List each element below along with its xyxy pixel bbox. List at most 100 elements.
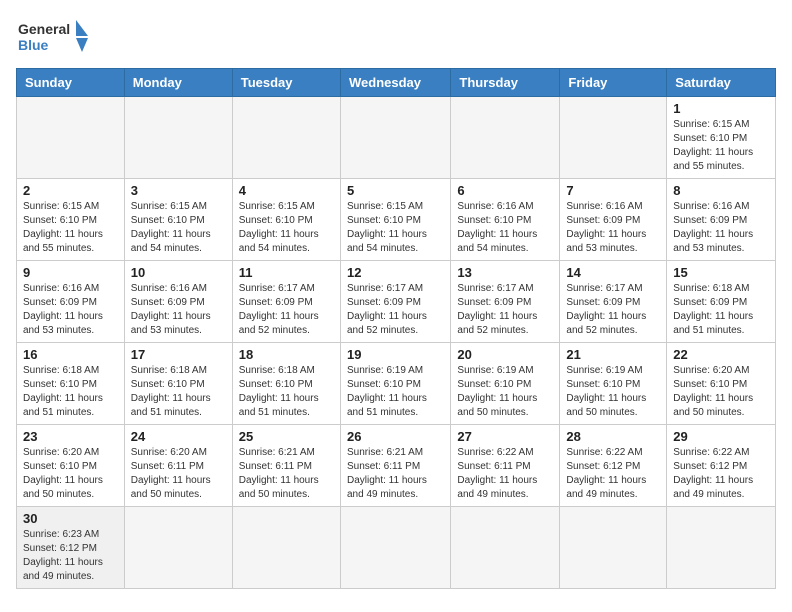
logo: GeneralBlue [16,16,96,56]
calendar-cell [560,507,667,589]
day-number: 25 [239,429,334,444]
day-number: 19 [347,347,444,362]
calendar-cell: 15Sunrise: 6:18 AM Sunset: 6:09 PM Dayli… [667,261,776,343]
day-info: Sunrise: 6:18 AM Sunset: 6:10 PM Dayligh… [23,364,118,420]
calendar-header-row: SundayMondayTuesdayWednesdayThursdayFrid… [17,69,776,97]
day-number: 17 [131,347,226,362]
calendar-cell: 12 Sunrise: 6:17 AM Sunset: 6:09 PM Dayli… [340,261,450,343]
day-number: 28 [566,429,660,444]
day-info: Sunrise: 6:17 AM Sunset: 6:09 PM Dayligh… [566,282,660,338]
col-header-friday: Friday [560,69,667,97]
day-info: Sunrise: 6:18 AM Sunset: 6:10 PM Dayligh… [131,364,226,420]
day-number: 24 [131,429,226,444]
calendar-cell [451,507,560,589]
calendar-cell: 24 Sunrise: 6:20 AM Sunset: 6:11 PM Dayli… [124,425,232,507]
calendar-cell [232,97,340,179]
logo-icon: GeneralBlue [16,16,96,56]
day-info: Sunrise: 6:19 AM Sunset: 6:10 PM Dayligh… [566,364,660,420]
calendar-cell: 3Sunrise: 6:15 AM Sunset: 6:10 PM Daylig… [124,179,232,261]
calendar-cell [232,507,340,589]
day-number: 10 [131,265,226,280]
calendar-cell [340,507,450,589]
calendar-cell: 22Sunrise: 6:20 AM Sunset: 6:10 PM Dayli… [667,343,776,425]
day-info: Sunrise: 6:21 AM Sunset: 6:11 PM Dayligh… [239,446,334,502]
calendar-week-row: 30 Sunrise: 6:23 AM Sunset: 6:12 PM Dayli… [17,507,776,589]
day-info: Sunrise: 6:21 AM Sunset: 6:11 PM Dayligh… [347,446,444,502]
calendar-cell: 26 Sunrise: 6:21 AM Sunset: 6:11 PM Dayli… [340,425,450,507]
day-number: 29 [673,429,769,444]
day-info: Sunrise: 6:15 AM Sunset: 6:10 PM Dayligh… [131,200,226,256]
day-info: Sunrise: 6:19 AM Sunset: 6:10 PM Dayligh… [457,364,553,420]
col-header-sunday: Sunday [17,69,125,97]
day-number: 23 [23,429,118,444]
calendar-cell: 6 Sunrise: 6:16 AM Sunset: 6:10 PM Daylig… [451,179,560,261]
svg-text:General: General [18,21,70,37]
calendar-cell: 8 Sunrise: 6:16 AM Sunset: 6:09 PM Daylig… [667,179,776,261]
calendar-cell [17,97,125,179]
day-info: Sunrise: 6:19 AM Sunset: 6:10 PM Dayligh… [347,364,444,420]
calendar-week-row: 2 Sunrise: 6:15 AM Sunset: 6:10 PM Daylig… [17,179,776,261]
day-number: 18 [239,347,334,362]
col-header-saturday: Saturday [667,69,776,97]
calendar-cell [560,97,667,179]
day-number: 4 [239,183,334,198]
col-header-tuesday: Tuesday [232,69,340,97]
calendar-cell: 5 Sunrise: 6:15 AM Sunset: 6:10 PM Daylig… [340,179,450,261]
day-number: 2 [23,183,118,198]
calendar-cell: 30 Sunrise: 6:23 AM Sunset: 6:12 PM Dayli… [17,507,125,589]
day-info: Sunrise: 6:15 AM Sunset: 6:10 PM Dayligh… [239,200,334,256]
calendar-cell: 21 Sunrise: 6:19 AM Sunset: 6:10 PM Dayli… [560,343,667,425]
day-info: Sunrise: 6:20 AM Sunset: 6:10 PM Dayligh… [23,446,118,502]
day-info: Sunrise: 6:15 AM Sunset: 6:10 PM Dayligh… [347,200,444,256]
day-info: Sunrise: 6:16 AM Sunset: 6:09 PM Dayligh… [566,200,660,256]
calendar-cell [667,507,776,589]
calendar-cell: 23 Sunrise: 6:20 AM Sunset: 6:10 PM Dayli… [17,425,125,507]
calendar-cell: 16 Sunrise: 6:18 AM Sunset: 6:10 PM Dayli… [17,343,125,425]
day-number: 11 [239,265,334,280]
day-info: Sunrise: 6:18 AM Sunset: 6:09 PM Dayligh… [673,282,769,338]
calendar-week-row: 16 Sunrise: 6:18 AM Sunset: 6:10 PM Dayli… [17,343,776,425]
calendar-cell: 10Sunrise: 6:16 AM Sunset: 6:09 PM Dayli… [124,261,232,343]
day-info: Sunrise: 6:23 AM Sunset: 6:12 PM Dayligh… [23,528,118,584]
col-header-thursday: Thursday [451,69,560,97]
calendar-cell [451,97,560,179]
day-number: 13 [457,265,553,280]
calendar-cell: 14 Sunrise: 6:17 AM Sunset: 6:09 PM Dayli… [560,261,667,343]
day-info: Sunrise: 6:16 AM Sunset: 6:09 PM Dayligh… [23,282,118,338]
day-number: 30 [23,511,118,526]
calendar-week-row: 1Sunrise: 6:15 AM Sunset: 6:10 PM Daylig… [17,97,776,179]
day-number: 26 [347,429,444,444]
calendar-cell: 28Sunrise: 6:22 AM Sunset: 6:12 PM Dayli… [560,425,667,507]
day-number: 20 [457,347,553,362]
day-number: 16 [23,347,118,362]
header: GeneralBlue [16,16,776,56]
day-number: 6 [457,183,553,198]
day-info: Sunrise: 6:16 AM Sunset: 6:10 PM Dayligh… [457,200,553,256]
day-number: 5 [347,183,444,198]
day-info: Sunrise: 6:22 AM Sunset: 6:12 PM Dayligh… [673,446,769,502]
calendar-cell: 27Sunrise: 6:22 AM Sunset: 6:11 PM Dayli… [451,425,560,507]
day-number: 12 [347,265,444,280]
col-header-wednesday: Wednesday [340,69,450,97]
day-number: 21 [566,347,660,362]
calendar-cell: 9 Sunrise: 6:16 AM Sunset: 6:09 PM Daylig… [17,261,125,343]
day-info: Sunrise: 6:18 AM Sunset: 6:10 PM Dayligh… [239,364,334,420]
day-info: Sunrise: 6:15 AM Sunset: 6:10 PM Dayligh… [23,200,118,256]
day-info: Sunrise: 6:17 AM Sunset: 6:09 PM Dayligh… [457,282,553,338]
day-number: 8 [673,183,769,198]
day-info: Sunrise: 6:20 AM Sunset: 6:11 PM Dayligh… [131,446,226,502]
day-info: Sunrise: 6:17 AM Sunset: 6:09 PM Dayligh… [347,282,444,338]
day-info: Sunrise: 6:16 AM Sunset: 6:09 PM Dayligh… [673,200,769,256]
day-info: Sunrise: 6:22 AM Sunset: 6:11 PM Dayligh… [457,446,553,502]
day-info: Sunrise: 6:20 AM Sunset: 6:10 PM Dayligh… [673,364,769,420]
day-number: 14 [566,265,660,280]
calendar-cell: 25 Sunrise: 6:21 AM Sunset: 6:11 PM Dayli… [232,425,340,507]
calendar-cell: 18 Sunrise: 6:18 AM Sunset: 6:10 PM Dayli… [232,343,340,425]
day-number: 9 [23,265,118,280]
day-info: Sunrise: 6:17 AM Sunset: 6:09 PM Dayligh… [239,282,334,338]
calendar-cell: 1Sunrise: 6:15 AM Sunset: 6:10 PM Daylig… [667,97,776,179]
svg-text:Blue: Blue [18,37,49,53]
calendar-cell: 17 Sunrise: 6:18 AM Sunset: 6:10 PM Dayli… [124,343,232,425]
calendar-cell: 11 Sunrise: 6:17 AM Sunset: 6:09 PM Dayli… [232,261,340,343]
calendar-week-row: 9 Sunrise: 6:16 AM Sunset: 6:09 PM Daylig… [17,261,776,343]
